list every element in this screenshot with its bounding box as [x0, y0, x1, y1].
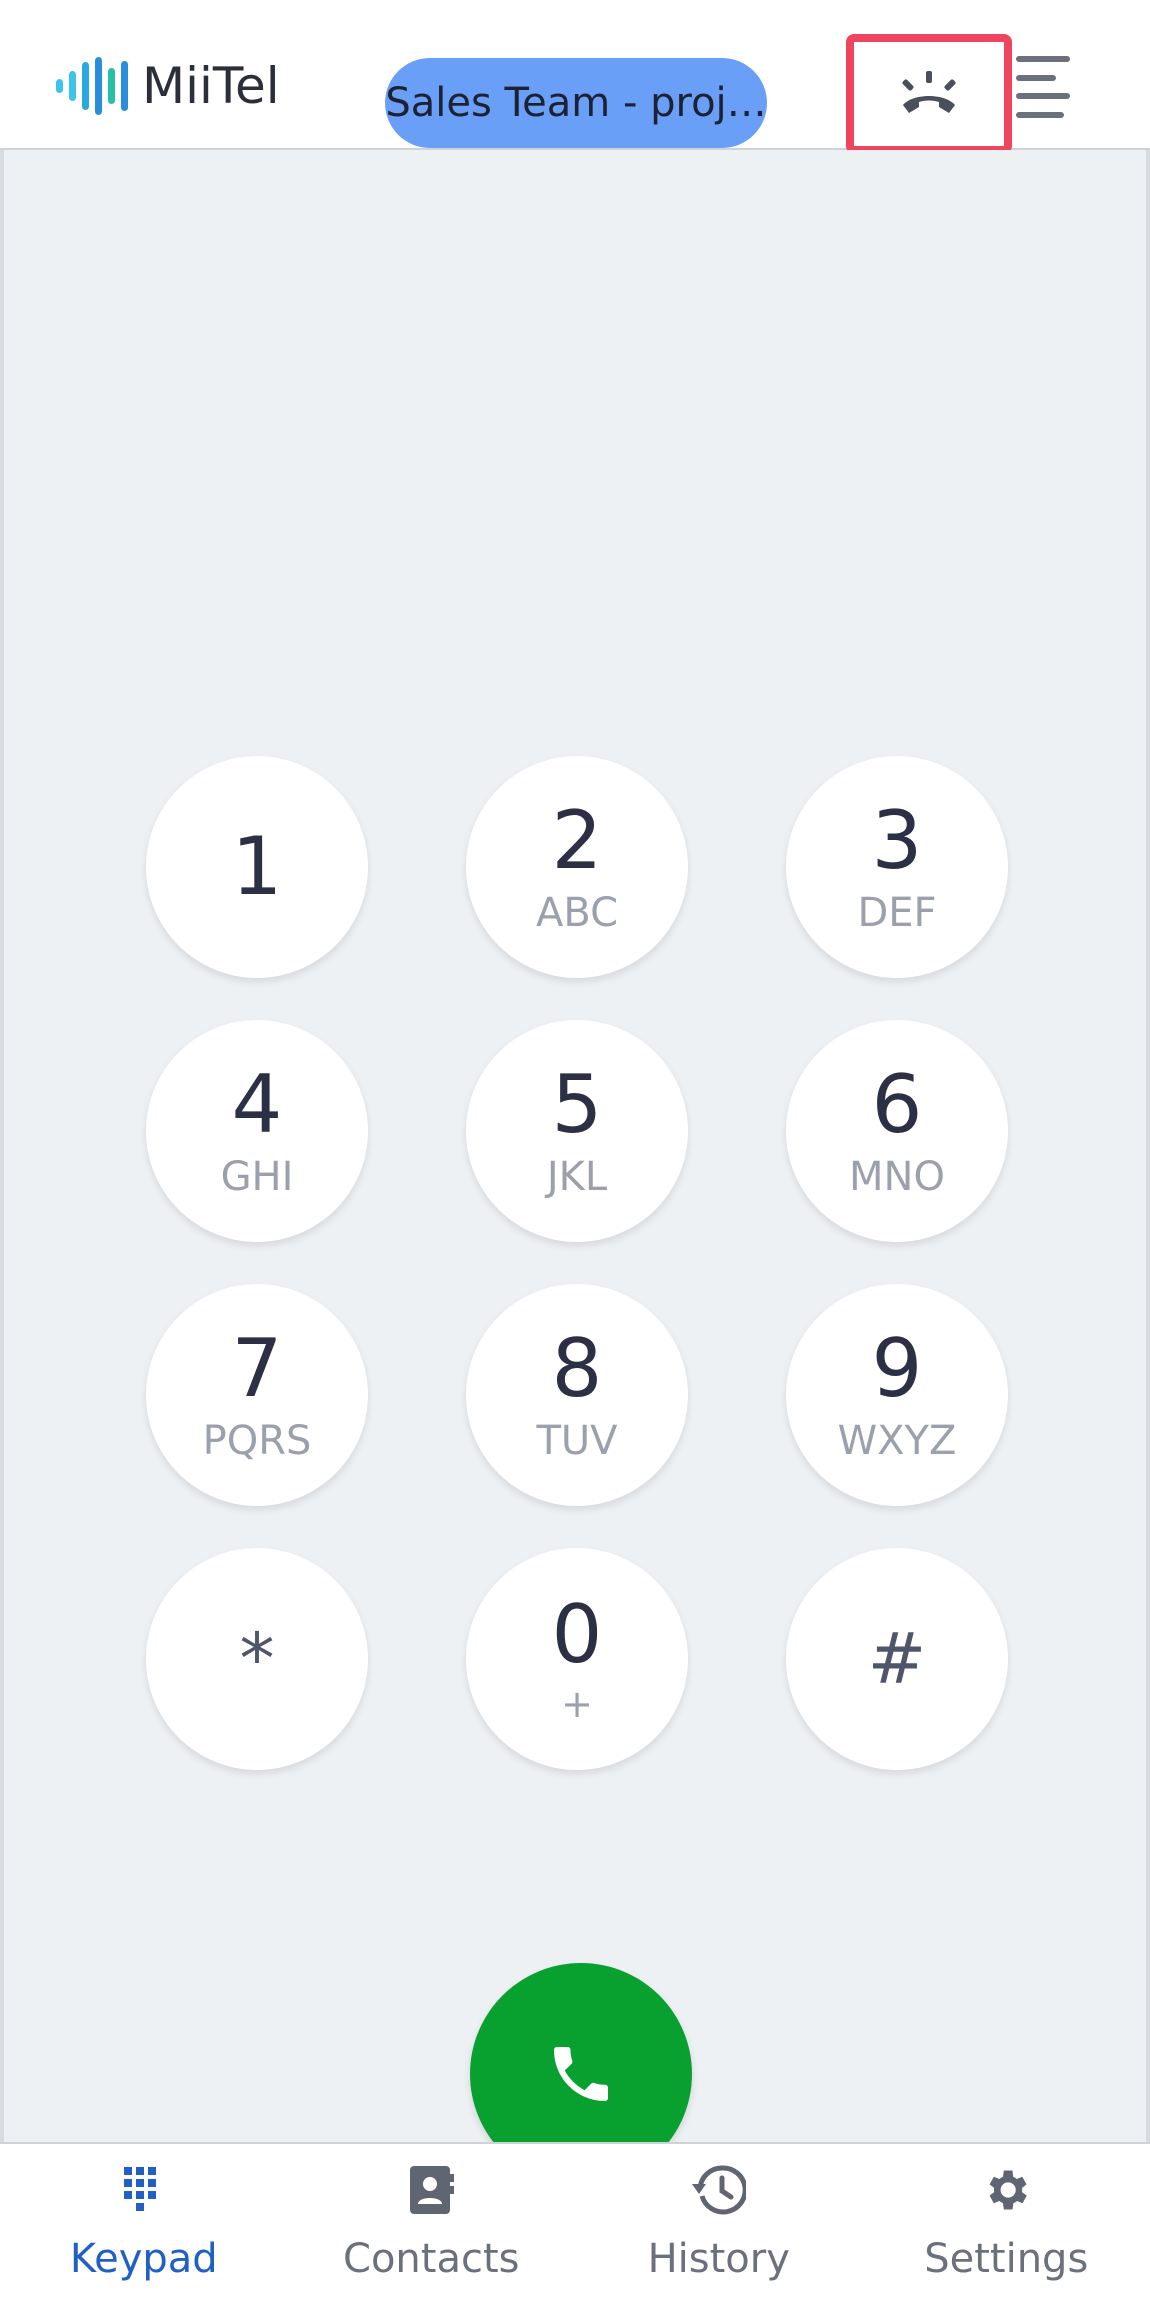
key-6[interactable]: 6 MNO	[786, 1020, 1008, 1242]
key-digit: 2	[551, 794, 603, 887]
key-letters: JKL	[546, 1154, 608, 1200]
nav-label-settings: Settings	[924, 2236, 1089, 2282]
logo-mark-icon	[56, 56, 128, 116]
key-letters: TUV	[536, 1418, 618, 1464]
logo-text: MiiTel	[142, 57, 280, 115]
nav-label-history: History	[647, 2236, 790, 2282]
history-icon	[691, 2162, 747, 2218]
app: MiiTel Sales Team - proj… 1 2 ABC 3 DEF …	[0, 0, 1150, 2310]
key-hash[interactable]: #	[786, 1548, 1008, 1770]
team-selector[interactable]: Sales Team - proj…	[385, 58, 767, 148]
key-digit: 9	[871, 1322, 923, 1415]
key-1[interactable]: 1	[146, 756, 368, 978]
key-digit: 0	[551, 1588, 603, 1681]
phone-icon	[554, 2047, 608, 2101]
menu-button[interactable]	[1016, 56, 1078, 118]
keypad-area: 1 2 ABC 3 DEF 4 GHI 5 JKL 6 MNO 7 PQRS 8	[0, 150, 1150, 2185]
contacts-icon	[403, 2162, 459, 2218]
nav-settings[interactable]: Settings	[863, 2144, 1150, 2310]
nav-contacts[interactable]: Contacts	[288, 2144, 576, 2310]
key-letters: PQRS	[202, 1418, 312, 1464]
key-letters: MNO	[849, 1154, 945, 1200]
key-letters: GHI	[220, 1154, 294, 1200]
key-digit: *	[239, 1618, 275, 1700]
header: MiiTel Sales Team - proj…	[0, 0, 1150, 154]
key-letters: +	[561, 1682, 593, 1726]
key-letters: DEF	[857, 890, 937, 936]
key-digit: 1	[231, 820, 283, 913]
key-digit: 6	[871, 1058, 923, 1151]
key-letters: WXYZ	[837, 1418, 957, 1464]
key-9[interactable]: 9 WXYZ	[786, 1284, 1008, 1506]
nav-label-keypad: Keypad	[69, 2236, 218, 2282]
hangup-icon	[902, 71, 956, 113]
key-3[interactable]: 3 DEF	[786, 756, 1008, 978]
key-letters: ABC	[535, 890, 619, 936]
key-5[interactable]: 5 JKL	[466, 1020, 688, 1242]
key-2[interactable]: 2 ABC	[466, 756, 688, 978]
key-0[interactable]: 0 +	[466, 1548, 688, 1770]
nav-label-contacts: Contacts	[343, 2236, 520, 2282]
key-8[interactable]: 8 TUV	[466, 1284, 688, 1506]
keypad-icon	[116, 2162, 172, 2218]
key-digit: 3	[871, 794, 923, 887]
key-digit: 8	[551, 1322, 603, 1415]
key-digit: 4	[231, 1058, 283, 1151]
bottom-nav: Keypad Contacts History Settings	[0, 2142, 1150, 2310]
key-digit: 7	[231, 1322, 283, 1415]
key-star[interactable]: *	[146, 1548, 368, 1770]
key-4[interactable]: 4 GHI	[146, 1020, 368, 1242]
nav-keypad[interactable]: Keypad	[0, 2144, 288, 2310]
key-digit: #	[867, 1618, 927, 1700]
key-7[interactable]: 7 PQRS	[146, 1284, 368, 1506]
hangup-button[interactable]	[846, 34, 1012, 154]
settings-icon	[978, 2162, 1034, 2218]
key-digit: 5	[551, 1058, 603, 1151]
logo: MiiTel	[56, 56, 280, 116]
nav-history[interactable]: History	[575, 2144, 863, 2310]
